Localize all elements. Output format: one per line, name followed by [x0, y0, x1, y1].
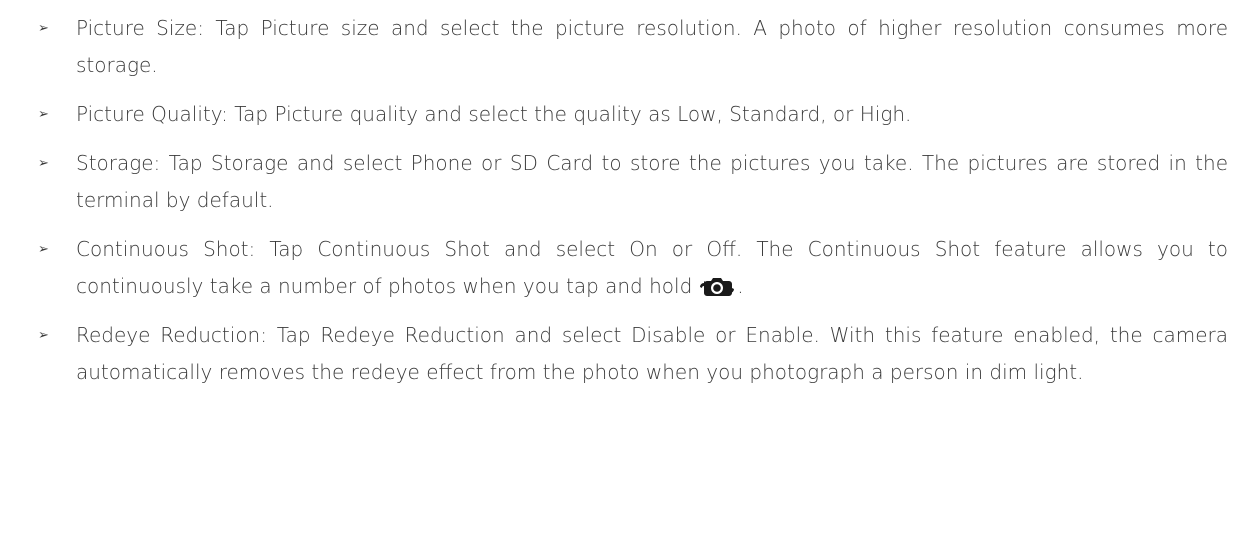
continuous-shot-camera-icon — [700, 278, 735, 296]
list-item-storage: ➢ Storage: Tap Storage and select Phone … — [0, 145, 1260, 219]
list-item-text: Storage: Tap Storage and select Phone or… — [76, 151, 1228, 212]
list-item-text: Picture Quality: Tap Picture quality and… — [76, 102, 912, 126]
list-item-continuous-shot: ➢ Continuous Shot: Tap Continuous Shot a… — [0, 231, 1260, 305]
bullet-arrow-icon: ➢ — [38, 328, 49, 343]
bullet-arrow-icon: ➢ — [38, 107, 49, 122]
sentence-period: . — [737, 274, 744, 298]
list-item-text: Continuous Shot: Tap Continuous Shot and… — [76, 237, 1228, 298]
list-item-text: Picture Size: Tap Picture size and selec… — [76, 16, 1228, 77]
list-item-picture-quality: ➢ Picture Quality: Tap Picture quality a… — [0, 96, 1260, 133]
list-item-picture-size: ➢ Picture Size: Tap Picture size and sel… — [0, 10, 1260, 84]
bullet-arrow-icon: ➢ — [38, 156, 49, 171]
document-page: ➢ Picture Size: Tap Picture size and sel… — [0, 0, 1260, 553]
camera-settings-list: ➢ Picture Size: Tap Picture size and sel… — [0, 10, 1260, 391]
list-item-redeye-reduction: ➢ Redeye Reduction: Tap Redeye Reduction… — [0, 317, 1260, 391]
bullet-arrow-icon: ➢ — [38, 21, 49, 36]
list-item-text: Redeye Reduction: Tap Redeye Reduction a… — [76, 323, 1228, 384]
bullet-arrow-icon: ➢ — [38, 242, 49, 257]
